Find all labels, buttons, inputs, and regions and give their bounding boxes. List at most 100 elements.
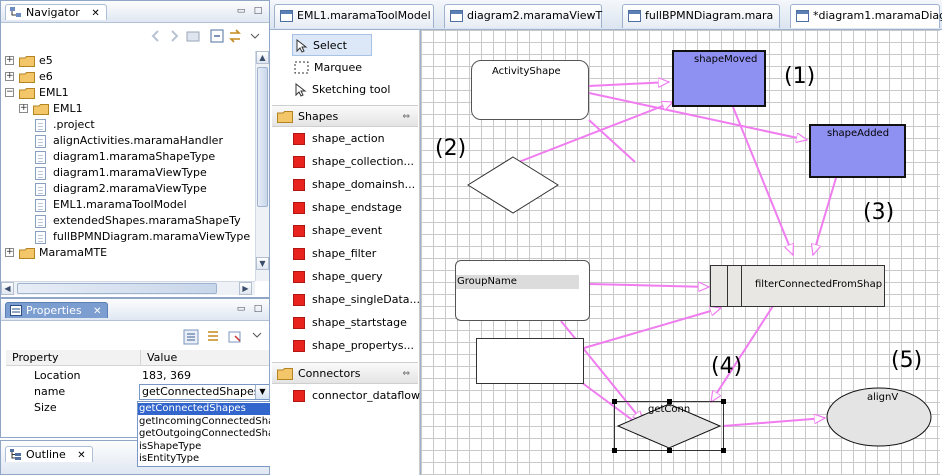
shape-moved-node[interactable]: shapeMoved: [672, 50, 766, 107]
scroll-thumb-horizontal[interactable]: [17, 283, 217, 294]
tab-eml1-tool-model[interactable]: EML1.maramaToolModel: [274, 4, 434, 28]
selection-handle[interactable]: [667, 399, 672, 404]
maximize-icon[interactable]: □: [253, 304, 263, 314]
diagram-canvas[interactable]: ActivityShape shapeMoved shapeAdded Grou…: [420, 30, 940, 475]
outline-tab[interactable]: Outline ✕: [5, 446, 93, 462]
collapse-all-icon[interactable]: [209, 28, 225, 44]
pin-icon[interactable]: ⇔: [402, 106, 410, 128]
tree-item[interactable]: fullBPMNDiagram.maramaViewType: [1, 229, 255, 245]
connector-group-filter[interactable]: [588, 284, 709, 287]
group-name-shape[interactable]: GroupName: [455, 260, 590, 321]
tree-item[interactable]: + e5: [1, 53, 255, 69]
view-menu-icon[interactable]: [247, 28, 263, 44]
minimize-icon[interactable]: ▭: [236, 6, 246, 16]
connector-added-filter[interactable]: [813, 177, 837, 255]
dropdown-option[interactable]: isEntityType: [138, 453, 290, 465]
shape-tool-item[interactable]: shape_filter: [292, 243, 417, 265]
shape-tool-item[interactable]: shape_singleData...: [292, 289, 420, 311]
expand-icon[interactable]: +: [5, 248, 14, 257]
view-menu-icon[interactable]: [249, 327, 265, 343]
tree-item[interactable]: extendedShapes.maramaShapeTy: [1, 213, 255, 229]
diamond-shape[interactable]: [467, 156, 559, 214]
tree-item[interactable]: .project: [1, 117, 255, 133]
selection-handle[interactable]: [721, 399, 726, 404]
connectors-drawer[interactable]: Connectors ⇔: [272, 362, 418, 384]
selection-handle[interactable]: [721, 448, 726, 453]
tab-full-bpmn-diagram[interactable]: fullBPMNDiagram.mara: [622, 4, 780, 28]
expand-icon[interactable]: +: [19, 104, 28, 113]
shape-tool-item[interactable]: shape_propertys...: [292, 335, 417, 357]
scroll-down-icon[interactable]: ▼: [256, 257, 269, 270]
dropdown-option[interactable]: getConnectedShapes: [138, 403, 290, 415]
property-row-name[interactable]: name getConnectedShapes ▼: [6, 384, 269, 400]
shape-tool-icon: [293, 317, 305, 329]
shape-tool-item[interactable]: shape_domainsh...: [292, 174, 417, 196]
tree-item[interactable]: diagram1.maramaShapeType: [1, 149, 255, 165]
forward-icon[interactable]: [166, 28, 182, 44]
close-icon[interactable]: ✕: [93, 306, 101, 317]
expand-icon[interactable]: +: [5, 72, 14, 81]
name-combo-box[interactable]: getConnectedShapes ▼: [139, 384, 269, 400]
filter-connected-shape[interactable]: filterConnectedFromShap: [710, 265, 885, 307]
back-icon[interactable]: [148, 28, 164, 44]
file-icon: [35, 199, 46, 212]
shape-tool-item[interactable]: shape_endstage: [292, 197, 417, 219]
filter-advanced-icon[interactable]: [205, 329, 221, 345]
shapes-drawer[interactable]: Shapes ⇔: [272, 105, 418, 127]
shape-added-node[interactable]: shapeAdded: [809, 124, 906, 178]
get-conn-shape[interactable]: getConn: [612, 399, 726, 453]
tree-item[interactable]: + EML1: [1, 101, 255, 117]
connector-moved-filter[interactable]: [732, 106, 793, 255]
select-tool[interactable]: Select: [292, 34, 372, 56]
tree-item[interactable]: EML1.maramaToolModel: [1, 197, 255, 213]
close-icon[interactable]: ✕: [91, 8, 99, 19]
navigator-horizontal-scrollbar[interactable]: ◀ ▶: [1, 281, 255, 295]
sketching-tool[interactable]: Sketching tool: [292, 79, 412, 101]
shape-tool-item[interactable]: shape_action: [292, 128, 417, 150]
activity-shape[interactable]: ActivityShape: [471, 60, 589, 120]
tab-diagram2-view-type[interactable]: diagram2.maramaViewT: [444, 4, 602, 28]
tree-item[interactable]: diagram2.maramaViewType: [1, 181, 255, 197]
selection-handle[interactable]: [612, 448, 617, 453]
link-editor-icon[interactable]: [227, 28, 243, 44]
marquee-tool[interactable]: Marquee: [292, 57, 402, 79]
tree-item[interactable]: − EML1: [1, 85, 255, 101]
maximize-icon[interactable]: □: [253, 6, 263, 16]
scroll-right-icon[interactable]: ▶: [239, 282, 252, 295]
navigator-tab[interactable]: Navigator ✕: [5, 4, 107, 20]
dropdown-option[interactable]: isShapeType: [138, 441, 290, 453]
selection-handle[interactable]: [667, 448, 672, 453]
tab-diagram1-active[interactable]: *diagram1.maramaDiag: [790, 4, 942, 28]
shape-tool-item[interactable]: shape_query: [292, 266, 417, 288]
property-row-location[interactable]: Location 183, 369: [6, 368, 269, 384]
connector-dataflow-tool[interactable]: connector_dataflow: [292, 385, 420, 407]
up-icon[interactable]: [185, 28, 201, 44]
tree-item[interactable]: diagram1.maramaViewType: [1, 165, 255, 181]
scroll-left-icon[interactable]: ◀: [1, 282, 14, 295]
expand-icon[interactable]: +: [5, 56, 14, 65]
close-icon[interactable]: ✕: [77, 450, 85, 461]
pin-icon[interactable]: ⇔: [402, 363, 410, 385]
connector-box-filter[interactable]: [583, 308, 721, 349]
dropdown-option[interactable]: getOutgoingConnectedShapes: [138, 428, 292, 440]
restore-defaults-icon[interactable]: [227, 329, 243, 345]
scroll-up-icon[interactable]: ▲: [256, 51, 269, 64]
minimize-icon[interactable]: ▭: [236, 304, 246, 314]
shape-tool-item[interactable]: shape_startstage: [292, 312, 417, 334]
tree-item[interactable]: + e6: [1, 69, 255, 85]
dropdown-option[interactable]: getIncomingConnectedShapes: [138, 416, 292, 428]
selection-handle[interactable]: [612, 399, 617, 404]
properties-tab[interactable]: Properties ✕: [5, 302, 109, 318]
connector-activity-moved[interactable]: [588, 82, 669, 86]
categories-icon[interactable]: [183, 329, 199, 345]
collapse-icon[interactable]: −: [5, 88, 14, 97]
tree-item[interactable]: alignActivities.maramaHandler: [1, 133, 255, 149]
navigator-vertical-scrollbar[interactable]: ▲ ▼: [255, 51, 269, 281]
shape-tool-item[interactable]: shape_collection...: [292, 151, 417, 173]
tree-item[interactable]: + MaramaMTE: [1, 245, 255, 261]
connector-getconn-align[interactable]: [722, 418, 825, 427]
shape-tool-item[interactable]: shape_event: [292, 220, 417, 242]
scroll-thumb[interactable]: [257, 67, 268, 207]
chevron-down-icon[interactable]: ▼: [255, 385, 269, 399]
empty-rectangle-shape[interactable]: [476, 338, 584, 384]
